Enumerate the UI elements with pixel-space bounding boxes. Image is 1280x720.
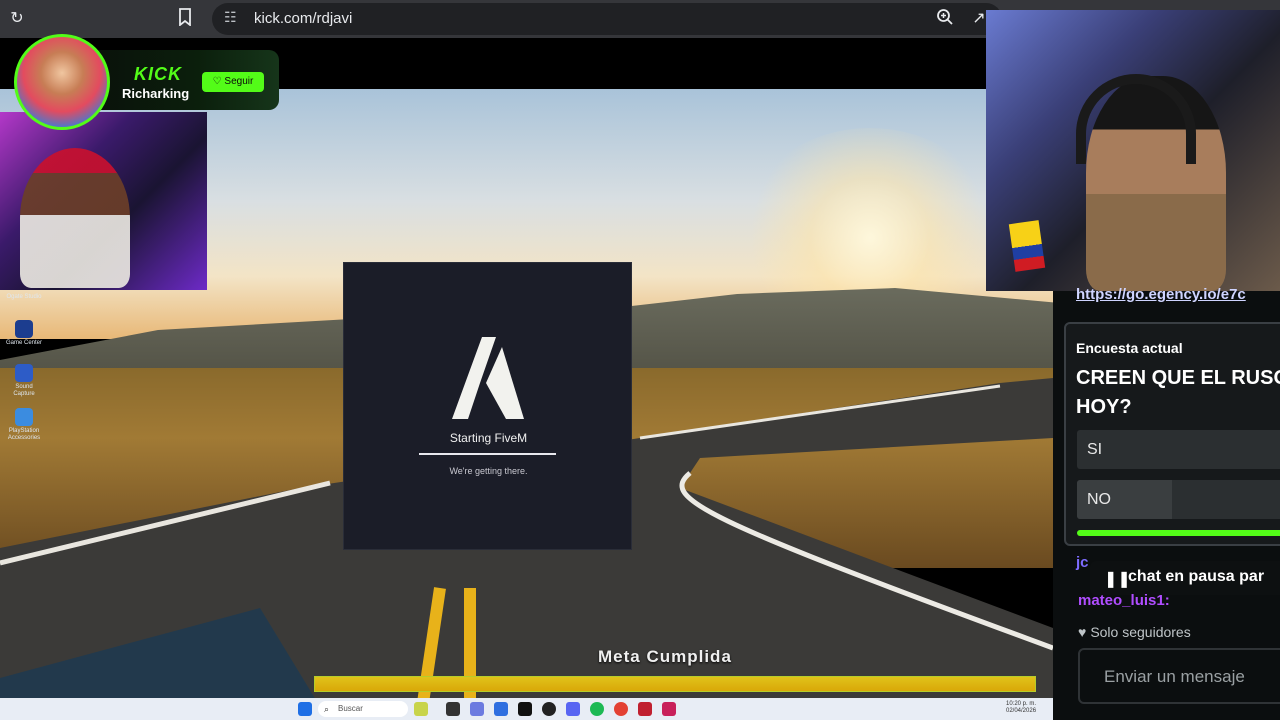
poll-option-label: SI	[1087, 441, 1103, 458]
desktop-icon[interactable]: Game Center	[6, 320, 42, 347]
desktop-icon[interactable]: Ogate Studio	[6, 292, 42, 301]
taskbar-clock[interactable]: 10:20 p. m. 02/04/2026	[1006, 701, 1036, 715]
taskbar-time: 10:20 p. m.	[1006, 701, 1037, 707]
goal-progress-bar	[314, 676, 1036, 692]
taskbar-app-icon[interactable]	[638, 702, 652, 716]
streamer-badge: KICK Richarking ♡ Seguir	[14, 34, 279, 130]
fivem-loading-dialog: Starting FiveM We're getting there.	[343, 262, 632, 550]
taskbar-search-placeholder: Buscar	[338, 704, 363, 713]
poll-card: Encuesta actual CREEN QUE EL RUSO HOY? S…	[1064, 322, 1280, 546]
windows-taskbar: ⌕ Buscar 10:20 p. m. 02/04/2026	[0, 698, 1053, 720]
taskbar-date: 02/04/2026	[1006, 708, 1037, 714]
desktop-icon-label: Game Center	[6, 340, 43, 346]
reload-icon[interactable]: ↻	[6, 8, 28, 30]
poll-question-line: CREEN QUE EL RUSO	[1076, 367, 1280, 389]
poll-heading: Encuesta actual	[1076, 340, 1183, 356]
taskbar-app-icon[interactable]	[470, 702, 484, 716]
streamer-cam-left	[0, 112, 207, 290]
poll-timer-fill	[1077, 530, 1280, 536]
follow-button-label: Seguir	[224, 76, 254, 87]
kick-logo: KICK	[134, 64, 182, 84]
poll-question: CREEN QUE EL RUSO HOY?	[1076, 364, 1280, 422]
heart-icon: ♥	[1078, 624, 1087, 640]
bookmark-icon[interactable]	[174, 8, 196, 30]
desktop-icon[interactable]: Sound Capture	[6, 364, 42, 398]
chat-link[interactable]: https://go.egency.io/e7c	[1076, 286, 1246, 303]
chat-paused-banner[interactable]: ❚❚ chat en pausa par	[1090, 561, 1280, 595]
heart-icon: ♡	[212, 76, 222, 87]
chat-username[interactable]: mateo_luis1:	[1078, 592, 1170, 609]
avatar	[14, 34, 110, 130]
chrome-icon[interactable]	[614, 702, 628, 716]
spotify-icon[interactable]	[590, 702, 604, 716]
zoom-icon[interactable]	[934, 8, 956, 30]
stream-screen: ↻ ☷ kick.com/rdjavi ↗ Ogate Studio Game …	[0, 0, 1280, 720]
taskbar-app-icon[interactable]	[494, 702, 508, 716]
poll-option-no[interactable]: NO	[1077, 480, 1280, 519]
desktop-icon-label: Ogate Studio	[6, 294, 42, 300]
streamer-cam-right	[986, 10, 1280, 291]
discord-icon[interactable]	[566, 702, 580, 716]
followers-only-text: Solo seguidores	[1090, 624, 1191, 640]
poll-option-label: NO	[1087, 491, 1111, 508]
fivem-subtitle: We're getting there.	[449, 466, 528, 476]
goal-label: Meta Cumplida	[598, 647, 732, 666]
app-icon	[15, 408, 33, 426]
desktop-icon-label: PlayStation Accessories	[7, 428, 41, 441]
pause-icon: ❚❚	[1104, 571, 1131, 588]
chat-message-input[interactable]: Enviar un mensaje	[1078, 648, 1280, 704]
taskbar-app-icon[interactable]	[446, 702, 460, 716]
poll-option-si[interactable]: SI	[1077, 430, 1280, 469]
follow-button[interactable]: ♡ Seguir	[202, 72, 264, 92]
taskbar-app-icon[interactable]	[542, 702, 556, 716]
taskbar-search[interactable]: ⌕ Buscar	[318, 701, 408, 717]
channel-name: Richarking	[122, 86, 190, 101]
taskbar-app-icon[interactable]	[414, 702, 428, 716]
fivem-title: Starting FiveM	[449, 431, 528, 445]
desktop-icon[interactable]: PlayStation Accessories	[6, 408, 42, 442]
flag	[1008, 220, 1046, 272]
desktop-icon-label: Sound Capture	[13, 384, 35, 397]
chat-paused-text: chat en pausa par	[1128, 568, 1265, 585]
fivem-logo-icon	[452, 337, 524, 419]
goal-progress-fill	[314, 676, 1036, 692]
address-bar[interactable]: ☷ kick.com/rdjavi	[212, 3, 1002, 35]
poll-timer-bar	[1077, 530, 1280, 536]
windows-start-icon[interactable]	[298, 702, 312, 716]
stream-video[interactable]: Ogate Studio Game Center Sound Capture P…	[0, 38, 1053, 720]
app-icon	[15, 364, 33, 382]
streamer-figure	[20, 148, 130, 288]
chat-username[interactable]: jc	[1076, 554, 1089, 571]
poll-question-line: HOY?	[1076, 396, 1132, 418]
taskbar-app-icon[interactable]	[518, 702, 532, 716]
url-text: kick.com/rdjavi	[254, 10, 353, 27]
site-settings-icon[interactable]: ☷	[224, 9, 237, 26]
app-icon	[15, 320, 33, 338]
fivem-taskbar-icon[interactable]	[662, 702, 676, 716]
fivem-progress-line	[419, 453, 556, 455]
followers-only-indicator: ♥ Solo seguidores	[1078, 624, 1191, 640]
chat-input-placeholder: Enviar un mensaje	[1104, 667, 1245, 686]
search-icon: ⌕	[324, 704, 330, 714]
